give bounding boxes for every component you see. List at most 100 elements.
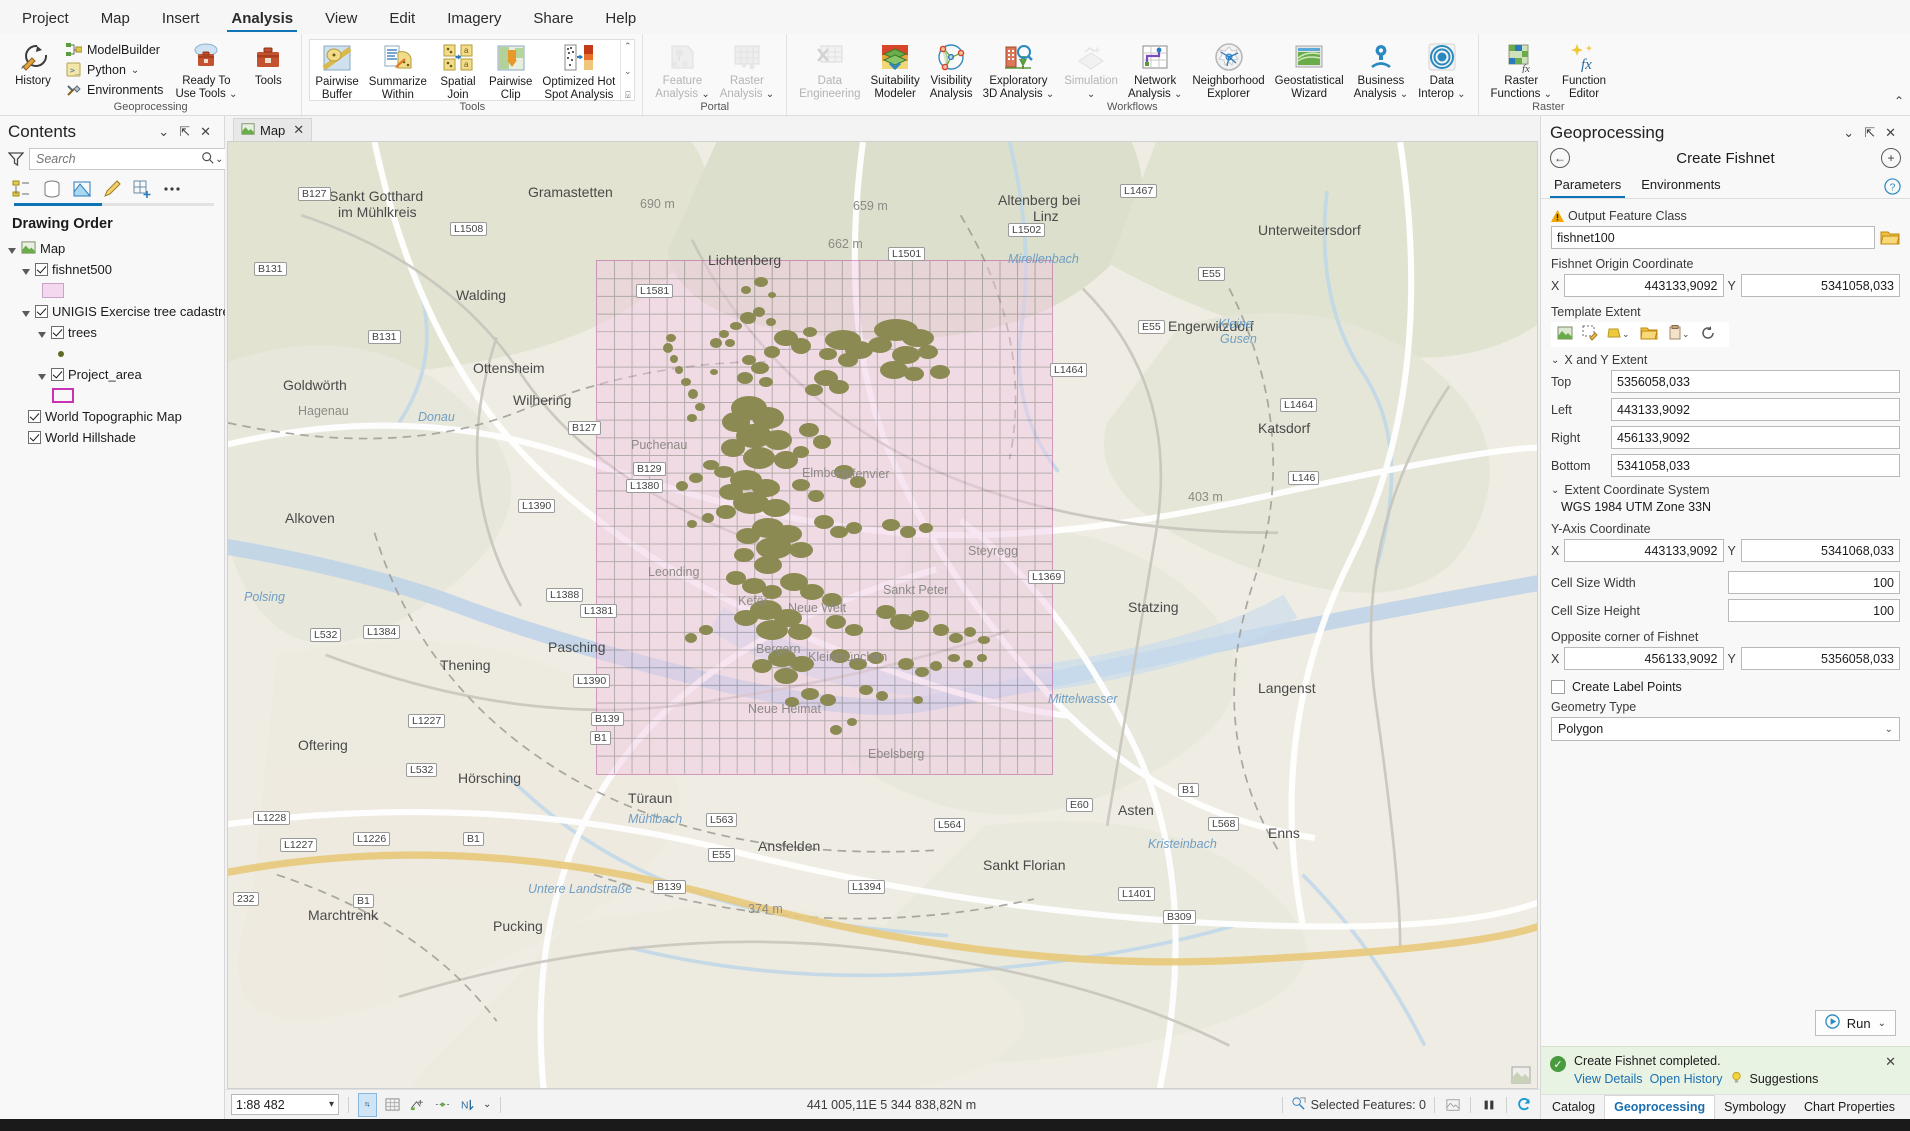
ribbon-tab-insert[interactable]: Insert	[146, 6, 216, 34]
contents-pin-icon[interactable]: ⇱	[174, 124, 195, 140]
open-history-link[interactable]: Open History	[1650, 1072, 1723, 1086]
simulation-button[interactable]: Simulation ⌄	[1059, 39, 1123, 101]
scale-dropdown-icon[interactable]: ▾	[329, 1099, 334, 1110]
list-by-data-source-icon[interactable]	[42, 179, 62, 199]
map-overview-icon[interactable]	[1511, 1066, 1531, 1084]
extent-paste-dropdown[interactable]: ⌄	[1667, 325, 1691, 344]
layer-item-tree-cadastre[interactable]: UNIGIS Exercise tree cadastre	[4, 301, 230, 322]
extent-browse-folder-icon[interactable]	[1640, 325, 1658, 344]
add-to-favorites-button[interactable]: +	[1881, 148, 1901, 168]
ribbon-tab-help[interactable]: Help	[589, 6, 652, 34]
geoprocessing-menu-icon[interactable]: ⌄	[1838, 125, 1859, 141]
help-icon[interactable]: ?	[1884, 177, 1901, 195]
close-message-icon[interactable]: ✕	[1880, 1054, 1901, 1070]
list-by-snapping-icon[interactable]	[132, 179, 152, 199]
expand-arrow-icon[interactable]	[22, 265, 31, 275]
gallery-expand-icon[interactable]: ⍌	[625, 91, 630, 100]
contents-close-icon[interactable]: ✕	[195, 124, 216, 140]
chevron-down-icon[interactable]: ⌄	[131, 65, 139, 76]
extent-draw-icon[interactable]	[1582, 325, 1598, 344]
layer-item-map[interactable]: Map	[4, 238, 220, 259]
output-feature-class-input[interactable]: fishnet100	[1551, 226, 1875, 249]
network-analysis-button[interactable]: Network Analysis ⌄	[1123, 39, 1187, 101]
exploratory-3d-analysis-button[interactable]: Exploratory 3D Analysis ⌄	[978, 39, 1060, 101]
list-by-selection-icon[interactable]	[72, 179, 92, 199]
y-axis-y-input[interactable]: 5341068,033	[1740, 539, 1900, 562]
ribbon-tab-edit[interactable]: Edit	[373, 6, 431, 34]
extent-right-input[interactable]: 456133,9092	[1611, 426, 1900, 449]
contents-menu-icon[interactable]: ⌄	[153, 124, 174, 140]
expand-arrow-icon[interactable]	[38, 370, 47, 380]
tools-button[interactable]: Tools	[242, 39, 294, 88]
extent-top-input[interactable]: 5356058,033	[1611, 370, 1900, 393]
data-engineering-button[interactable]: Data Engineering	[794, 39, 865, 100]
tools-gallery-scrollbar[interactable]: ⌃ ⌄ ⍌	[620, 40, 634, 102]
origin-y-input[interactable]: 5341058,033	[1740, 274, 1900, 297]
search-icon[interactable]	[201, 151, 215, 168]
summarize-within-button[interactable]: Summarize Within	[364, 40, 432, 101]
search-input-wrapper[interactable]: ⌄	[29, 148, 229, 170]
suggestions-link[interactable]: Suggestions	[1750, 1072, 1819, 1086]
run-dropdown-icon[interactable]: ⌄	[1878, 1018, 1886, 1029]
geometry-type-select[interactable]: Polygon ⌄	[1551, 717, 1900, 741]
function-editor-button[interactable]: fx Function Editor	[1557, 39, 1611, 100]
contents-more-options-icon[interactable]	[162, 179, 182, 199]
bottom-tab-symbology[interactable]: Symbology	[1715, 1096, 1795, 1118]
optimized-hot-spot-analysis-button[interactable]: Optimized Hot Spot Analysis	[537, 40, 620, 101]
ribbon-tab-imagery[interactable]: Imagery	[431, 6, 517, 34]
layer-item-trees[interactable]: trees	[4, 322, 220, 343]
back-button[interactable]: ←	[1550, 148, 1570, 168]
map-canvas[interactable]: Sankt Gotthard im Mühlkreis Gramastetten Li…	[227, 141, 1538, 1089]
refresh-icon[interactable]	[1515, 1095, 1534, 1114]
scroll-down-icon[interactable]: ⌄	[624, 66, 632, 76]
view-details-link[interactable]: View Details	[1574, 1072, 1643, 1086]
extent-reset-icon[interactable]	[1700, 325, 1716, 344]
extent-coordinate-system-toggle[interactable]: ⌄ Extent Coordinate System	[1551, 483, 1900, 497]
search-dropdown-icon[interactable]: ⌄	[215, 154, 223, 165]
extent-layer-dropdown[interactable]: ⌄	[1607, 325, 1631, 344]
extent-left-input[interactable]: 443133,9092	[1611, 398, 1900, 421]
ribbon-tab-share[interactable]: Share	[517, 6, 589, 34]
layer-checkbox-world-hillshade[interactable]	[28, 431, 41, 444]
neighborhood-explorer-button[interactable]: Neighborhood Explorer	[1187, 39, 1269, 100]
search-input[interactable]	[34, 151, 201, 167]
raster-analysis-button[interactable]: Raster Analysis ⌄	[715, 39, 779, 101]
feature-analysis-button[interactable]: Feature Analysis ⌄	[650, 39, 714, 101]
expand-arrow-icon[interactable]	[8, 244, 17, 254]
browse-folder-icon[interactable]	[1880, 229, 1900, 247]
tab-environments[interactable]: Environments	[1637, 174, 1724, 198]
scroll-up-icon[interactable]: ⌃	[624, 42, 632, 51]
visibility-analysis-button[interactable]: Visibility Analysis	[925, 39, 978, 100]
grid-icon[interactable]	[383, 1095, 402, 1114]
layer-checkbox-trees[interactable]	[51, 326, 64, 339]
filter-icon[interactable]	[7, 151, 25, 167]
geoprocessing-pin-icon[interactable]: ⇱	[1859, 125, 1880, 141]
cell-size-width-input[interactable]: 100	[1728, 571, 1900, 594]
map-scale-selector[interactable]: 1:88 482 ▾	[231, 1094, 339, 1115]
data-interop-button[interactable]: Data Interop ⌄	[1413, 39, 1470, 101]
bottom-tab-geoprocessing[interactable]: Geoprocessing	[1604, 1095, 1716, 1119]
geoprocessing-close-icon[interactable]: ✕	[1880, 125, 1901, 141]
map-view-tab[interactable]: Map ✕	[233, 118, 313, 141]
extent-current-display-icon[interactable]	[1557, 325, 1573, 344]
suitability-modeler-button[interactable]: Suitability Modeler	[866, 39, 925, 100]
layer-item-fishnet500[interactable]: fishnet500	[4, 259, 220, 280]
layer-item-project-area[interactable]: Project_area	[4, 364, 220, 385]
selection-grid-icon[interactable]	[358, 1092, 377, 1117]
map-extent-icon[interactable]	[1443, 1095, 1462, 1114]
geostatistical-wizard-button[interactable]: Geostatistical Wizard	[1270, 39, 1349, 100]
layer-item-world-hillshade[interactable]: World Hillshade	[4, 427, 220, 448]
extent-bottom-input[interactable]: 5341058,033	[1611, 454, 1900, 477]
run-button[interactable]: Run ⌄	[1814, 1010, 1896, 1036]
ribbon-tab-view[interactable]: View	[309, 6, 373, 34]
bottom-tab-catalog[interactable]: Catalog	[1543, 1096, 1604, 1118]
layer-checkbox-project-area[interactable]	[51, 368, 64, 381]
expand-arrow-icon[interactable]	[22, 307, 31, 317]
x-and-y-extent-toggle[interactable]: ⌄ X and Y Extent	[1551, 353, 1900, 367]
status-more-icon[interactable]: ⌄	[483, 1099, 491, 1110]
list-by-editing-icon[interactable]	[102, 179, 122, 199]
ribbon-tab-project[interactable]: Project	[6, 6, 85, 34]
bottom-tab-chart-properties[interactable]: Chart Properties	[1795, 1096, 1904, 1118]
measure-icon[interactable]	[433, 1095, 452, 1114]
opposite-y-input[interactable]: 5356058,033	[1740, 647, 1900, 670]
